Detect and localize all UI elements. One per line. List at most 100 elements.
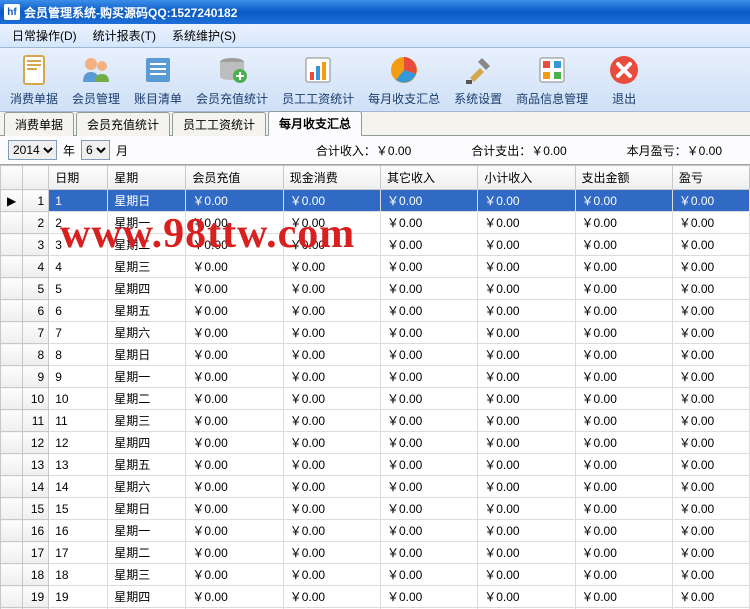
menu-item-0[interactable]: 日常操作(D) — [4, 25, 85, 46]
menu-item-2[interactable]: 系统维护(S) — [164, 25, 244, 46]
tool-system-settings[interactable]: 系统设置 — [448, 49, 508, 110]
table-row[interactable]: 1414星期六￥0.00￥0.00￥0.00￥0.00￥0.00￥0.00 — [1, 476, 750, 498]
tab-2[interactable]: 员工工资统计 — [172, 112, 266, 136]
table-row[interactable]: 88星期日￥0.00￥0.00￥0.00￥0.00￥0.00￥0.00 — [1, 344, 750, 366]
cell: ￥0.00 — [478, 432, 575, 454]
tool-exit[interactable]: 退出 — [596, 49, 652, 110]
tool-monthly-summary[interactable]: 每月收支汇总 — [362, 49, 446, 110]
cell: ￥0.00 — [575, 256, 672, 278]
cell: ￥0.00 — [478, 410, 575, 432]
tool-consume-list[interactable]: 消费单据 — [4, 49, 64, 110]
row-number: 18 — [23, 564, 49, 586]
data-grid[interactable]: 日期星期会员充值现金消费其它收入小计收入支出金额盈亏 ▶11星期日￥0.00￥0… — [0, 164, 750, 609]
col-header-3[interactable]: 现金消费 — [283, 166, 380, 190]
cell: ￥0.00 — [283, 278, 380, 300]
table-row[interactable]: 22星期一￥0.00￥0.00￥0.00￥0.00￥0.00￥0.00 — [1, 212, 750, 234]
summary: 合计收入：￥0.00 合计支出：￥0.00 本月盈亏：￥0.00 — [316, 142, 742, 159]
col-header-0[interactable]: 日期 — [49, 166, 108, 190]
tab-3[interactable]: 每月收支汇总 — [268, 111, 362, 136]
row-indicator — [1, 322, 23, 344]
table-row[interactable]: 1313星期五￥0.00￥0.00￥0.00￥0.00￥0.00￥0.00 — [1, 454, 750, 476]
cell: ￥0.00 — [380, 256, 477, 278]
table-row[interactable]: 1919星期四￥0.00￥0.00￥0.00￥0.00￥0.00￥0.00 — [1, 586, 750, 608]
col-header-6[interactable]: 支出金额 — [575, 166, 672, 190]
cell: 15 — [49, 498, 108, 520]
table-row[interactable]: 66星期五￥0.00￥0.00￥0.00￥0.00￥0.00￥0.00 — [1, 300, 750, 322]
cell: ￥0.00 — [478, 212, 575, 234]
row-indicator — [1, 388, 23, 410]
tool-recharge-stats[interactable]: 会员充值统计 — [190, 49, 274, 110]
col-header-1[interactable]: 星期 — [108, 166, 186, 190]
table-row[interactable]: 1616星期一￥0.00￥0.00￥0.00￥0.00￥0.00￥0.00 — [1, 520, 750, 542]
tool-label: 账目清单 — [134, 90, 182, 107]
cell: ￥0.00 — [380, 542, 477, 564]
table-row[interactable]: 1717星期二￥0.00￥0.00￥0.00￥0.00￥0.00￥0.00 — [1, 542, 750, 564]
tool-product-info[interactable]: 商品信息管理 — [510, 49, 594, 110]
col-header-5[interactable]: 小计收入 — [478, 166, 575, 190]
table-row[interactable]: 1212星期四￥0.00￥0.00￥0.00￥0.00￥0.00￥0.00 — [1, 432, 750, 454]
cell: ￥0.00 — [672, 322, 749, 344]
exit-icon — [606, 52, 642, 88]
tab-1[interactable]: 会员充值统计 — [76, 112, 170, 136]
row-number: 19 — [23, 586, 49, 608]
cell: 9 — [49, 366, 108, 388]
cell: ￥0.00 — [186, 212, 283, 234]
grid-table: 日期星期会员充值现金消费其它收入小计收入支出金额盈亏 ▶11星期日￥0.00￥0… — [0, 165, 750, 609]
col-header-7[interactable]: 盈亏 — [672, 166, 749, 190]
tool-salary-stats[interactable]: 员工工资统计 — [276, 49, 360, 110]
menu-item-1[interactable]: 统计报表(T) — [85, 25, 164, 46]
cell: ￥0.00 — [672, 388, 749, 410]
table-row[interactable]: 1515星期日￥0.00￥0.00￥0.00￥0.00￥0.00￥0.00 — [1, 498, 750, 520]
month-select[interactable]: 6 — [81, 140, 110, 160]
col-header-4[interactable]: 其它收入 — [380, 166, 477, 190]
cell: ￥0.00 — [283, 212, 380, 234]
cell: ￥0.00 — [283, 498, 380, 520]
table-row[interactable]: 1111星期三￥0.00￥0.00￥0.00￥0.00￥0.00￥0.00 — [1, 410, 750, 432]
row-number: 6 — [23, 300, 49, 322]
cell: ￥0.00 — [478, 366, 575, 388]
row-number: 3 — [23, 234, 49, 256]
cell: 星期四 — [108, 586, 186, 608]
cell: 星期三 — [108, 410, 186, 432]
cell: ￥0.00 — [672, 454, 749, 476]
cell: ￥0.00 — [186, 322, 283, 344]
table-row[interactable]: 1010星期二￥0.00￥0.00￥0.00￥0.00￥0.00￥0.00 — [1, 388, 750, 410]
row-number: 1 — [23, 190, 49, 212]
row-indicator — [1, 234, 23, 256]
summary-profit: 本月盈亏：￥0.00 — [627, 142, 722, 159]
table-row[interactable]: 33星期二￥0.00￥0.00￥0.00￥0.00￥0.00￥0.00 — [1, 234, 750, 256]
cell: ￥0.00 — [186, 454, 283, 476]
cell: ￥0.00 — [478, 234, 575, 256]
row-number: 5 — [23, 278, 49, 300]
row-indicator — [1, 278, 23, 300]
cell: ￥0.00 — [478, 388, 575, 410]
salary-stats-icon — [300, 52, 336, 88]
table-row[interactable]: ▶11星期日￥0.00￥0.00￥0.00￥0.00￥0.00￥0.00 — [1, 190, 750, 212]
cell: ￥0.00 — [575, 542, 672, 564]
table-row[interactable]: 44星期三￥0.00￥0.00￥0.00￥0.00￥0.00￥0.00 — [1, 256, 750, 278]
row-indicator — [1, 542, 23, 564]
table-row[interactable]: 55星期四￥0.00￥0.00￥0.00￥0.00￥0.00￥0.00 — [1, 278, 750, 300]
filter-row: 2014 年 6 月 合计收入：￥0.00 合计支出：￥0.00 本月盈亏：￥0… — [0, 136, 750, 164]
row-number: 2 — [23, 212, 49, 234]
cell: ￥0.00 — [283, 520, 380, 542]
table-row[interactable]: 1818星期三￥0.00￥0.00￥0.00￥0.00￥0.00￥0.00 — [1, 564, 750, 586]
cell: ￥0.00 — [478, 322, 575, 344]
tool-member-mgmt[interactable]: 会员管理 — [66, 49, 126, 110]
tab-0[interactable]: 消费单据 — [4, 112, 74, 136]
cell: 4 — [49, 256, 108, 278]
cell: ￥0.00 — [186, 388, 283, 410]
member-mgmt-icon — [78, 52, 114, 88]
cell: ￥0.00 — [575, 432, 672, 454]
row-indicator — [1, 344, 23, 366]
cell: 6 — [49, 300, 108, 322]
table-row[interactable]: 99星期一￥0.00￥0.00￥0.00￥0.00￥0.00￥0.00 — [1, 366, 750, 388]
row-indicator — [1, 410, 23, 432]
year-select[interactable]: 2014 — [8, 140, 57, 160]
col-header-2[interactable]: 会员充值 — [186, 166, 283, 190]
row-indicator — [1, 256, 23, 278]
table-row[interactable]: 77星期六￥0.00￥0.00￥0.00￥0.00￥0.00￥0.00 — [1, 322, 750, 344]
tool-account-list[interactable]: 账目清单 — [128, 49, 188, 110]
cell: ￥0.00 — [186, 366, 283, 388]
cell: ￥0.00 — [186, 256, 283, 278]
